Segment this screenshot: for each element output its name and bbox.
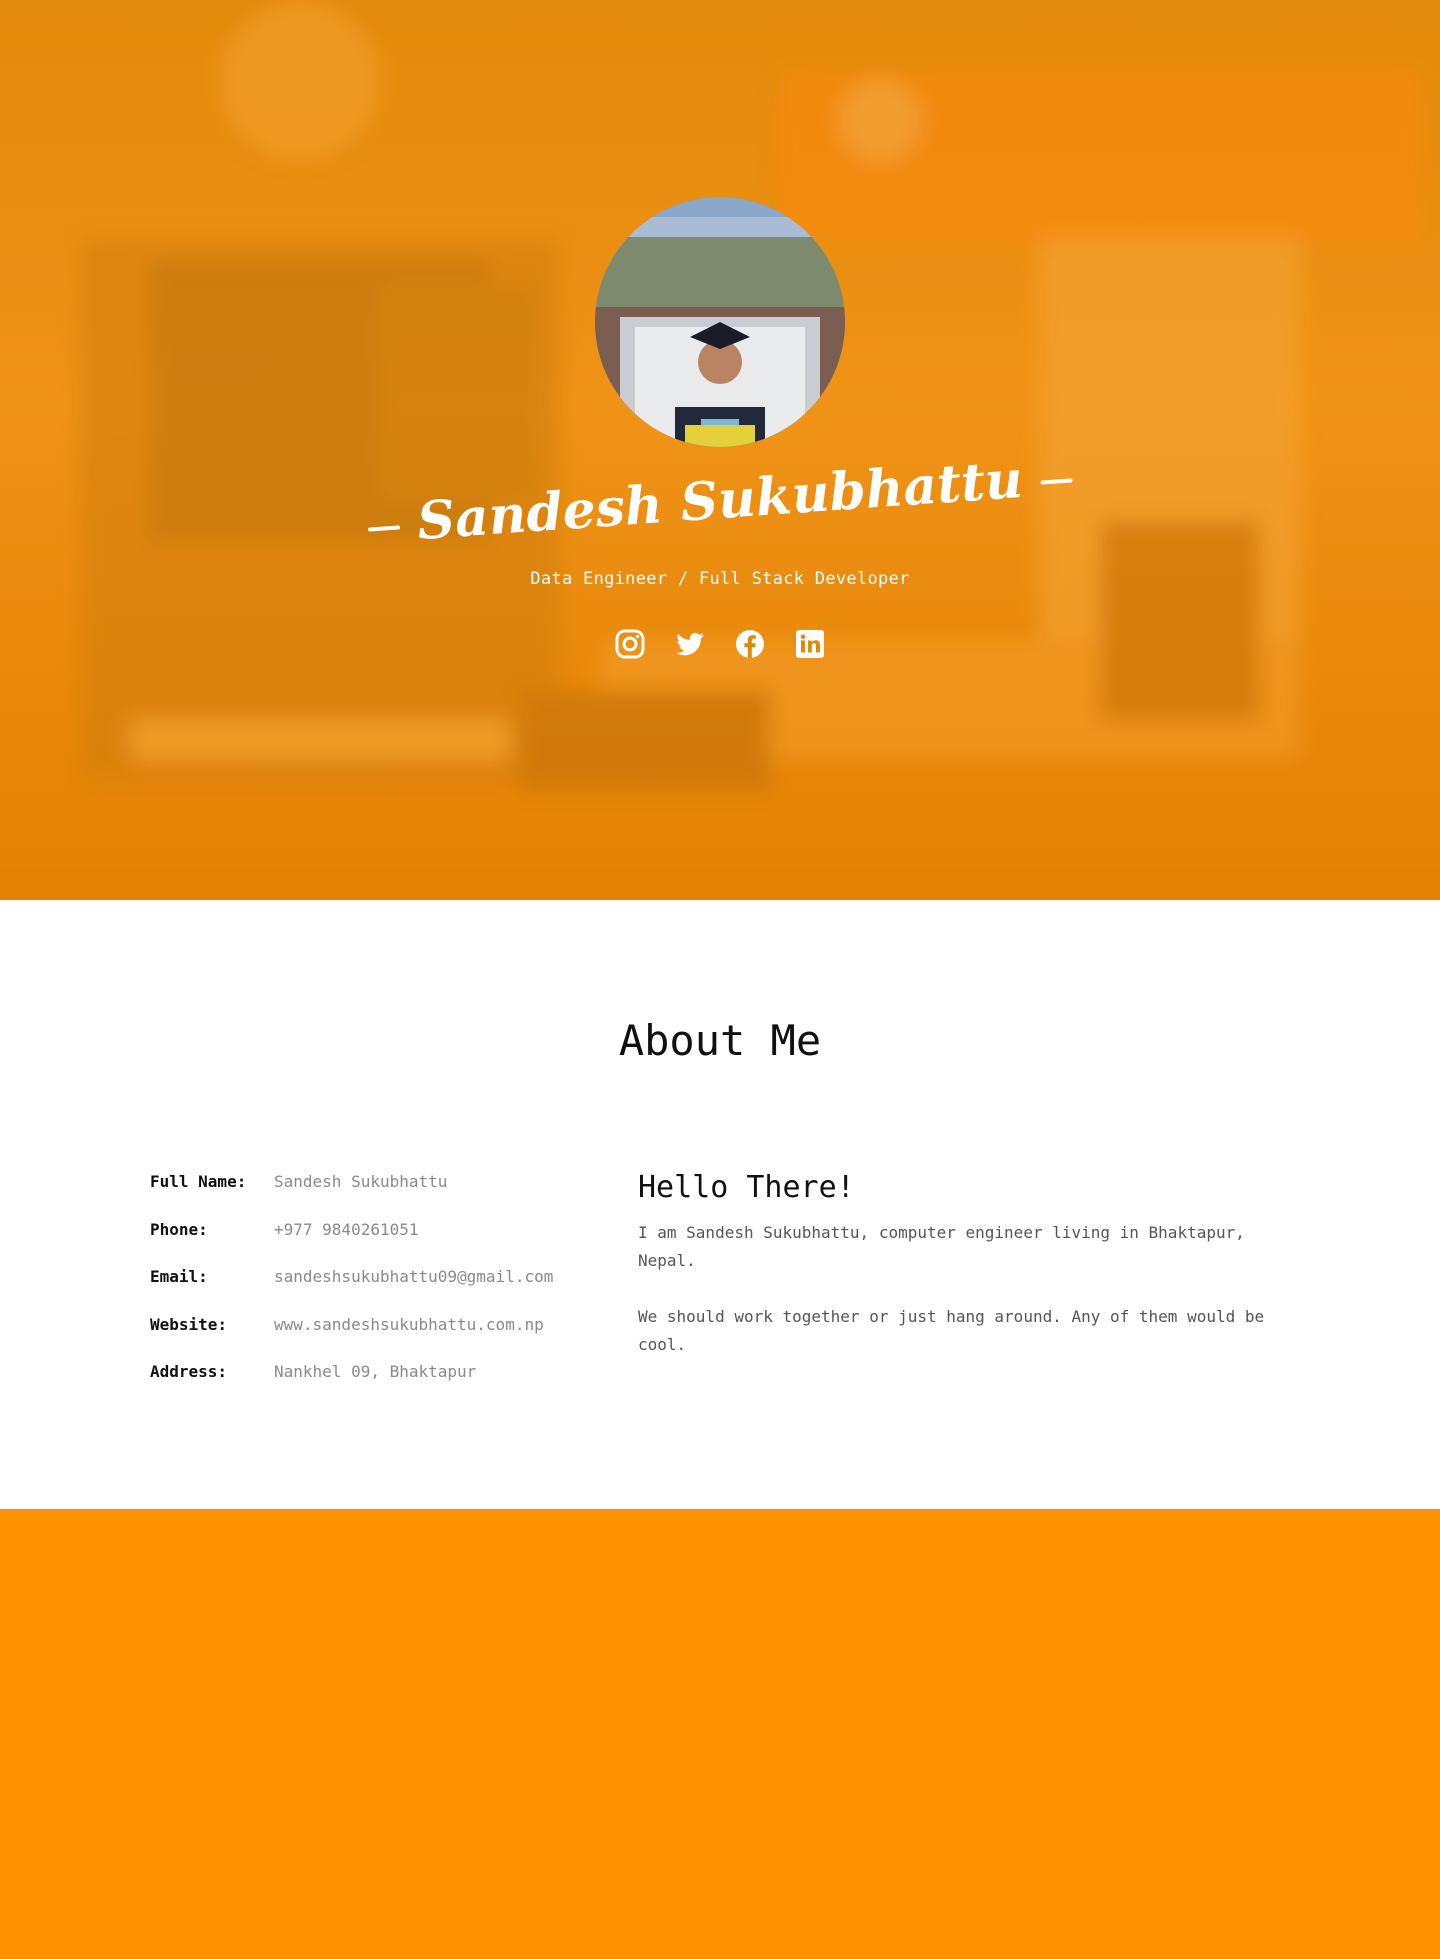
about-paragraph: I am Sandesh Sukubhattu, computer engine… (638, 1223, 1245, 1270)
info-label: Website: (150, 1314, 228, 1334)
about-paragraph: We should work together or just hang aro… (638, 1307, 1265, 1354)
info-row-email: Email: sandeshsukubhattu09@gmail.com (150, 1267, 600, 1315)
about-section: About Me Full Name: Sandesh Sukubhattu P… (0, 900, 1440, 1509)
orange-section (0, 1509, 1440, 1959)
info-row-website: Website: www.sandeshsukubhattu.com.np (150, 1315, 600, 1363)
info-value: sandeshsukubhattu09@gmail.com (274, 1267, 554, 1286)
info-row-phone: Phone: +977 9840261051 (150, 1220, 600, 1268)
info-label: Email: (150, 1267, 208, 1286)
twitter-icon[interactable] (674, 628, 706, 660)
linkedin-icon[interactable] (794, 628, 826, 660)
info-row-full-name: Full Name: Sandesh Sukubhattu (150, 1172, 600, 1220)
profile-avatar (595, 197, 845, 447)
info-label: Full Name: (150, 1172, 247, 1191)
info-row-address: Address: Nankhel 09, Bhaktapur (150, 1362, 600, 1410)
about-title: About Me (618, 1016, 822, 1065)
info-label: Phone: (150, 1219, 208, 1239)
instagram-icon[interactable] (614, 628, 646, 660)
info-value: www.sandeshsukubhattu.com.np (274, 1314, 544, 1334)
hello-title: Hello There! (638, 1170, 855, 1205)
name-dash-right (1040, 477, 1073, 485)
social-links (0, 628, 1440, 660)
profile-photo (595, 197, 845, 447)
info-label: Address: (150, 1362, 228, 1381)
facebook-icon[interactable] (734, 628, 766, 660)
info-value: Sandesh Sukubhattu (274, 1172, 448, 1191)
hero-subtitle: Data Engineer / Full Stack Developer (530, 569, 910, 589)
info-value: +977 9840261051 (274, 1219, 419, 1239)
name-dash-left (367, 524, 400, 532)
info-value: Nankhel 09, Bhaktapur (274, 1362, 477, 1381)
hello-block: Hello There! I am Sandesh Sukubhattu, co… (638, 1170, 1308, 1387)
personal-info-list: Full Name: Sandesh Sukubhattu Phone: +97… (150, 1172, 600, 1410)
hero-section: Sandesh Sukubhattu Data Engineer / Full … (0, 0, 1440, 900)
